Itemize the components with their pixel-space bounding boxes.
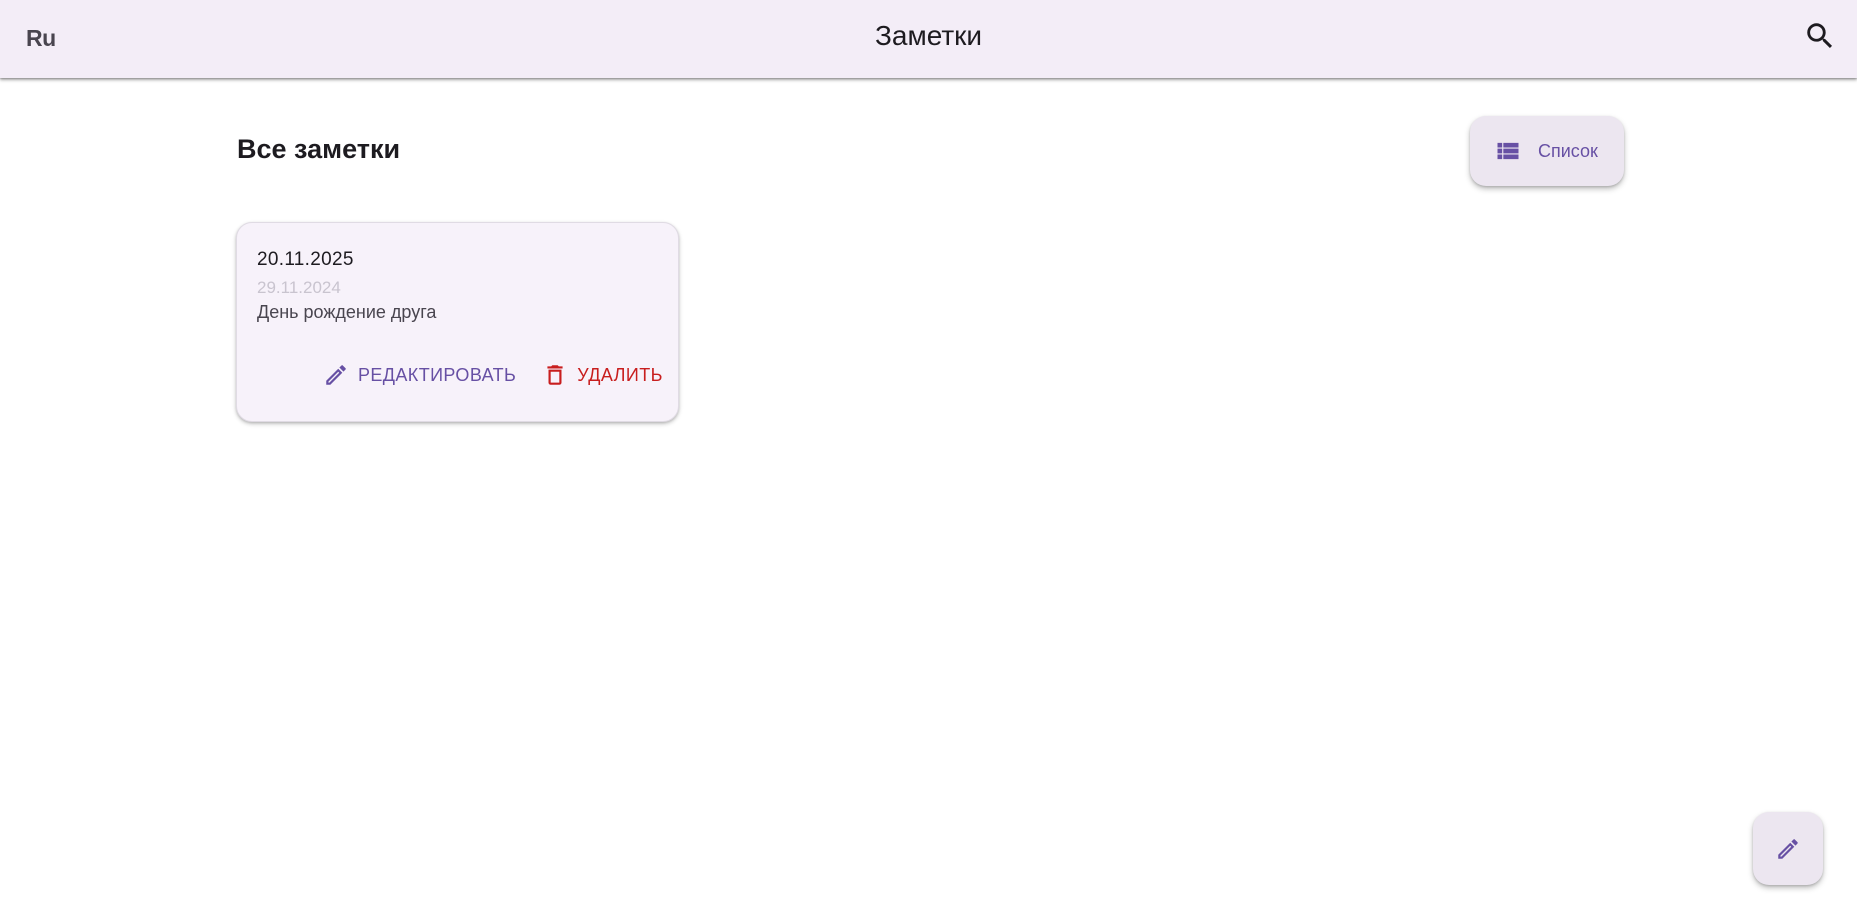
note-card[interactable]: 20.11.2025 29.11.2024 День рождение друг… xyxy=(236,222,679,422)
pencil-icon xyxy=(323,362,349,388)
note-created-date: 29.11.2024 xyxy=(257,278,341,297)
pencil-icon xyxy=(1775,836,1801,862)
view-toggle-button[interactable]: Список xyxy=(1470,116,1624,186)
edit-note-button[interactable]: РЕДАКТИРОВАТЬ xyxy=(313,355,526,395)
trash-icon xyxy=(542,362,568,388)
search-button[interactable] xyxy=(1797,13,1843,59)
view-toggle-label: Список xyxy=(1538,140,1598,161)
note-date: 20.11.2025 xyxy=(257,249,354,270)
search-icon xyxy=(1803,19,1837,53)
delete-note-button[interactable]: УДАЛИТЬ xyxy=(532,355,673,395)
top-app-bar: Ru Заметки xyxy=(0,0,1857,78)
delete-note-label: УДАЛИТЬ xyxy=(577,364,663,385)
new-note-fab[interactable] xyxy=(1753,812,1823,885)
section-title: Все заметки xyxy=(237,134,401,164)
page-title: Заметки xyxy=(874,20,983,51)
edit-note-label: РЕДАКТИРОВАТЬ xyxy=(358,364,517,385)
list-icon xyxy=(1494,137,1522,165)
note-text: День рождение друга xyxy=(257,302,437,322)
note-actions: РЕДАКТИРОВАТЬ УДАЛИТЬ xyxy=(313,355,673,395)
